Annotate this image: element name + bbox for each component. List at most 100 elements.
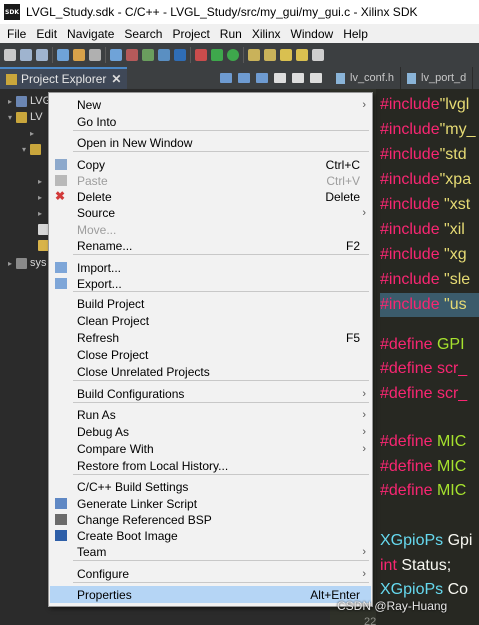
filter-icon[interactable]	[256, 73, 268, 83]
run-icon[interactable]	[227, 49, 239, 61]
tree-item[interactable]: ▸	[38, 173, 46, 189]
expand-arrow-icon[interactable]: ▸	[8, 259, 16, 268]
expand-arrow-icon[interactable]: ▸	[30, 129, 38, 138]
terminal-icon[interactable]	[158, 49, 170, 61]
menu-item-team[interactable]: Team ›	[50, 543, 371, 560]
menu-project[interactable]: Project	[167, 27, 214, 41]
program-icon[interactable]	[89, 49, 101, 61]
chip-icon[interactable]	[126, 49, 138, 61]
build-hammer-icon[interactable]	[73, 49, 85, 61]
menu-item-properties[interactable]: Properties Alt+Enter	[50, 586, 371, 603]
menu-item-export[interactable]: Export...	[50, 275, 371, 292]
menu-window[interactable]: Window	[286, 27, 339, 41]
code-line[interactable]: int Status;	[380, 554, 451, 578]
tree-item[interactable]: ▸	[38, 205, 46, 221]
code-line[interactable]: #include "xg	[380, 243, 467, 267]
edit-pen-icon[interactable]	[248, 49, 260, 61]
code-line[interactable]: XGpioPs Gpi	[380, 529, 472, 553]
collapse-all-icon[interactable]	[220, 73, 232, 83]
code-keyword: #define	[380, 385, 433, 402]
menu-item-import[interactable]: Import...	[50, 259, 371, 276]
console-icon[interactable]	[174, 49, 186, 61]
code-line[interactable]: #define GPI	[380, 333, 465, 357]
expand-arrow-icon[interactable]: ▾	[8, 113, 16, 122]
sdk-tool-icon[interactable]	[110, 49, 122, 61]
tree-item[interactable]: ▸	[30, 125, 38, 141]
tab-lv-port[interactable]: lv_port_d	[401, 67, 474, 89]
next-arrow-icon[interactable]	[312, 49, 324, 61]
code-line[interactable]: #include"xpa	[380, 168, 471, 192]
expand-arrow-icon[interactable]: ▸	[38, 209, 46, 218]
menu-item-close-unrelated-projects[interactable]: Close Unrelated Projects	[50, 363, 371, 380]
code-line[interactable]: #define MIC	[380, 430, 466, 454]
menu-item-c-c-build-settings[interactable]: C/C++ Build Settings	[50, 478, 371, 495]
menu-item-change-referenced-bsp[interactable]: Change Referenced BSP	[50, 511, 371, 528]
menu-item-configure[interactable]: Configure ›	[50, 565, 371, 582]
code-line[interactable]: #include "xil	[380, 218, 465, 242]
code-line[interactable]: #include"lvgl	[380, 93, 469, 117]
menu-item-copy[interactable]: Copy Ctrl+C	[50, 156, 371, 173]
code-line[interactable]: #include "sle	[380, 268, 470, 292]
menu-item-rename[interactable]: Rename... F2	[50, 237, 371, 254]
menu-edit[interactable]: Edit	[31, 27, 62, 41]
code-line[interactable]: #include "us	[380, 293, 479, 317]
settings-icon[interactable]	[57, 49, 69, 61]
menu-item-build-configurations[interactable]: Build Configurations ›	[50, 385, 371, 402]
save-all-icon[interactable]	[36, 49, 48, 61]
view-menu-icon[interactable]	[274, 73, 286, 83]
debug-icon[interactable]	[211, 49, 223, 61]
menu-item-open-in-new-window[interactable]: Open in New Window	[50, 134, 371, 151]
menu-search[interactable]: Search	[119, 27, 167, 41]
tree-item[interactable]: ▾ LV	[8, 109, 43, 125]
menu-item-close-project[interactable]: Close Project	[50, 346, 371, 363]
menu-item-debug-as[interactable]: Debug As ›	[50, 423, 371, 440]
minimize-icon[interactable]	[292, 73, 304, 83]
menu-item-paste[interactable]: Paste Ctrl+V	[50, 172, 371, 189]
menu-item-compare-with[interactable]: Compare With ›	[50, 440, 371, 457]
save-icon[interactable]	[20, 49, 32, 61]
menu-xilinx[interactable]: Xilinx	[247, 27, 286, 41]
code-line[interactable]: #define MIC	[380, 479, 466, 503]
back-arrow-icon[interactable]	[280, 49, 292, 61]
tab-lv-conf[interactable]: lv_conf.h	[330, 67, 402, 89]
menu-run[interactable]: Run	[215, 27, 247, 41]
menu-item-clean-project[interactable]: Clean Project	[50, 312, 371, 329]
stop-icon[interactable]	[195, 49, 207, 61]
menu-item-restore-from-local-history[interactable]: Restore from Local History...	[50, 457, 371, 474]
menu-item-new[interactable]: New ›	[50, 96, 371, 113]
expand-arrow-icon[interactable]: ▸	[38, 193, 46, 202]
menu-navigate[interactable]: Navigate	[62, 27, 119, 41]
menu-file[interactable]: File	[2, 27, 31, 41]
annotate-icon[interactable]	[264, 49, 276, 61]
expand-arrow-icon[interactable]: ▸	[8, 97, 16, 106]
code-area[interactable]: #include"lvgl #include"my_ #include"std #in…	[380, 89, 479, 625]
code-line[interactable]: #include "xst	[380, 193, 470, 217]
tree-item[interactable]: ▸	[38, 189, 46, 205]
tree-item[interactable]: ▸ sys	[8, 255, 47, 271]
expand-arrow-icon[interactable]: ▾	[22, 145, 30, 154]
code-line[interactable]: #include"std	[380, 143, 467, 167]
expand-arrow-icon[interactable]: ▸	[38, 177, 46, 186]
maximize-icon[interactable]	[310, 73, 322, 83]
menu-help[interactable]: Help	[338, 27, 373, 41]
link-editor-icon[interactable]	[238, 73, 250, 83]
menu-item-move[interactable]: Move...	[50, 221, 371, 238]
code-line[interactable]: #define MIC	[380, 455, 466, 479]
code-line[interactable]: #include"my_	[380, 118, 476, 142]
code-line[interactable]: #define scr_	[380, 357, 467, 381]
menu-item-source[interactable]: Source ›	[50, 204, 371, 221]
menu-item-create-boot-image[interactable]: Create Boot Image	[50, 527, 371, 544]
menu-item-go-into[interactable]: Go Into	[50, 113, 371, 130]
tab-project-explorer[interactable]: Project Explorer ✕	[0, 67, 128, 89]
close-icon[interactable]: ✕	[111, 72, 121, 86]
menu-item-delete[interactable]: ✖ Delete Delete	[50, 188, 371, 205]
forward-arrow-icon[interactable]	[296, 49, 308, 61]
fpga-icon[interactable]	[142, 49, 154, 61]
new-icon[interactable]	[4, 49, 16, 61]
menu-item-refresh[interactable]: Refresh F5	[50, 329, 371, 346]
menu-item-build-project[interactable]: Build Project	[50, 295, 371, 312]
code-line[interactable]: #define scr_	[380, 382, 467, 406]
menu-item-run-as[interactable]: Run As ›	[50, 406, 371, 423]
menu-item-generate-linker-script[interactable]: Generate Linker Script	[50, 495, 371, 512]
tree-item[interactable]: ▾	[22, 141, 44, 157]
